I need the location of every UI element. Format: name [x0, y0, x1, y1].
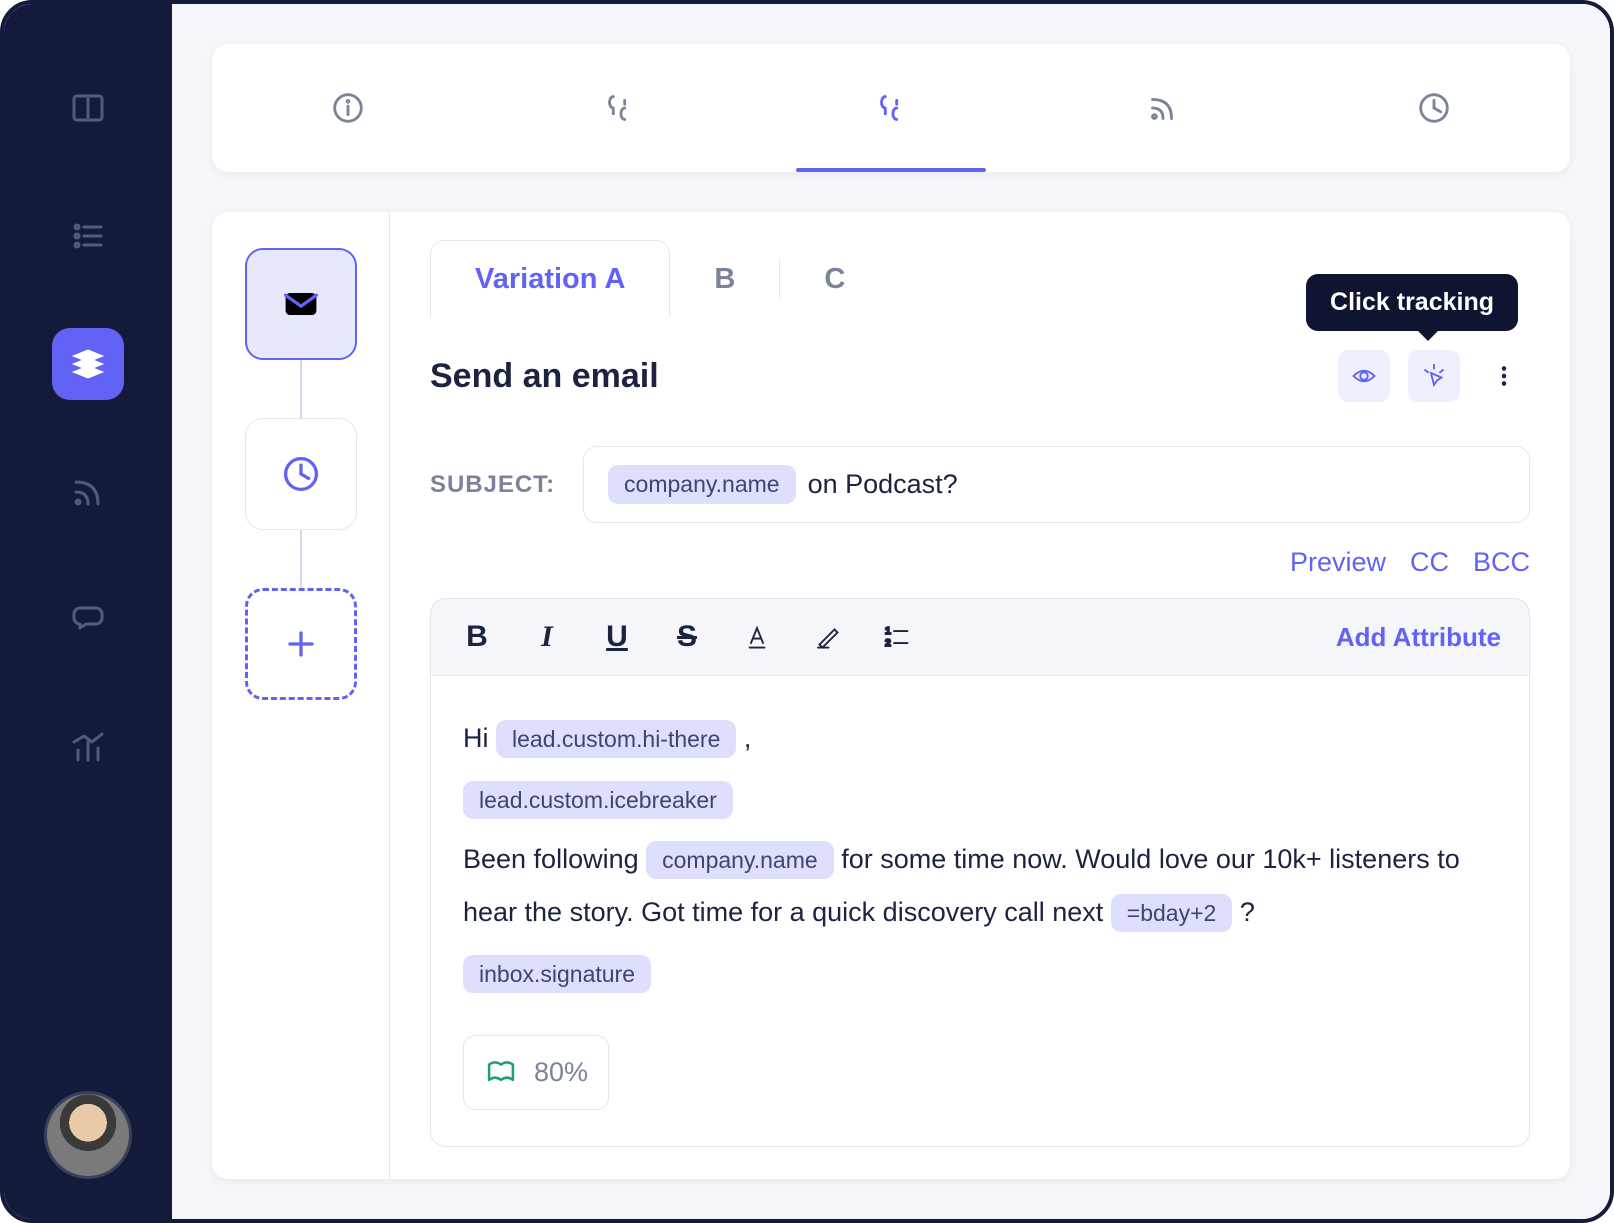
subject-row: SUBJECT: company.name on Podcast?: [430, 446, 1530, 523]
step-add[interactable]: [245, 588, 357, 700]
tab-schedule[interactable]: [1298, 44, 1570, 172]
top-tabs: [212, 44, 1570, 172]
book-icon: [484, 1056, 518, 1090]
variation-tab-a-label: Variation A: [475, 263, 625, 295]
nav-feeds[interactable]: [52, 456, 124, 528]
highlight-button[interactable]: [809, 619, 845, 655]
nav-list[interactable]: [52, 200, 124, 272]
more-menu-button[interactable]: [1478, 350, 1530, 402]
open-tracking-button[interactable]: [1338, 350, 1390, 402]
tab-feed[interactable]: [1027, 44, 1299, 172]
underline-button[interactable]: U: [599, 619, 635, 655]
subject-token-company-name[interactable]: company.name: [608, 465, 796, 504]
format-toolbar: B I U S 12 Add Attribute: [430, 598, 1530, 676]
add-attribute-button[interactable]: Add Attribute: [1336, 622, 1501, 653]
subject-input[interactable]: company.name on Podcast?: [583, 446, 1530, 523]
nav-analytics[interactable]: [52, 712, 124, 784]
tab-steps-a[interactable]: [484, 44, 756, 172]
variation-tab-b-label: B: [714, 263, 735, 295]
strike-button[interactable]: S: [669, 619, 705, 655]
main: Variation A B C Send an email Click trac…: [172, 4, 1610, 1219]
readability-badge[interactable]: 80%: [463, 1035, 609, 1110]
step-email[interactable]: [245, 248, 357, 360]
editor-actions: Click tracking: [1338, 350, 1530, 402]
subject-label: SUBJECT:: [430, 471, 555, 499]
bcc-link[interactable]: BCC: [1473, 547, 1530, 578]
click-tracking-button[interactable]: [1408, 350, 1460, 402]
sidebar: [4, 4, 172, 1219]
editor-title: Send an email: [430, 357, 659, 396]
step-delay[interactable]: [245, 418, 357, 530]
body-text: Been following: [463, 844, 646, 874]
body-token-signature[interactable]: inbox.signature: [463, 955, 651, 993]
body-text: Hi: [463, 723, 496, 753]
body-token-bday[interactable]: =bday+2: [1111, 894, 1233, 932]
body-token-company[interactable]: company.name: [646, 841, 834, 879]
editor: Variation A B C Send an email Click trac…: [390, 212, 1570, 1179]
font-color-button[interactable]: [739, 619, 775, 655]
nav-dashboards[interactable]: [52, 72, 124, 144]
readability-value: 80%: [534, 1046, 588, 1099]
tab-info[interactable]: [212, 44, 484, 172]
subject-text: on Podcast?: [808, 469, 958, 500]
body-token-icebreaker[interactable]: lead.custom.icebreaker: [463, 781, 733, 819]
email-body[interactable]: Hi lead.custom.hi-there , lead.custom.ic…: [430, 676, 1530, 1147]
bold-button[interactable]: B: [459, 619, 495, 655]
tab-steps-b[interactable]: [755, 44, 1027, 172]
body-text: ?: [1240, 897, 1255, 927]
steps-column: [212, 212, 390, 1179]
nav-conversations[interactable]: [52, 584, 124, 656]
svg-text:1: 1: [885, 625, 891, 637]
preview-link[interactable]: Preview: [1290, 547, 1386, 578]
variation-tab-c[interactable]: C: [780, 241, 889, 318]
body-token-hi-there[interactable]: lead.custom.hi-there: [496, 720, 736, 758]
cc-link[interactable]: CC: [1410, 547, 1449, 578]
user-avatar[interactable]: [44, 1091, 132, 1179]
variation-tab-b[interactable]: B: [670, 241, 779, 318]
variation-tab-a[interactable]: Variation A: [430, 240, 670, 318]
body-text: ,: [744, 723, 752, 753]
content: Variation A B C Send an email Click trac…: [212, 212, 1570, 1179]
svg-text:2: 2: [885, 637, 891, 649]
tooltip-click-tracking: Click tracking: [1306, 274, 1518, 331]
variation-tab-c-label: C: [824, 263, 845, 295]
nav-campaigns[interactable]: [52, 328, 124, 400]
italic-button[interactable]: I: [529, 619, 565, 655]
numbered-list-button[interactable]: 12: [879, 619, 915, 655]
